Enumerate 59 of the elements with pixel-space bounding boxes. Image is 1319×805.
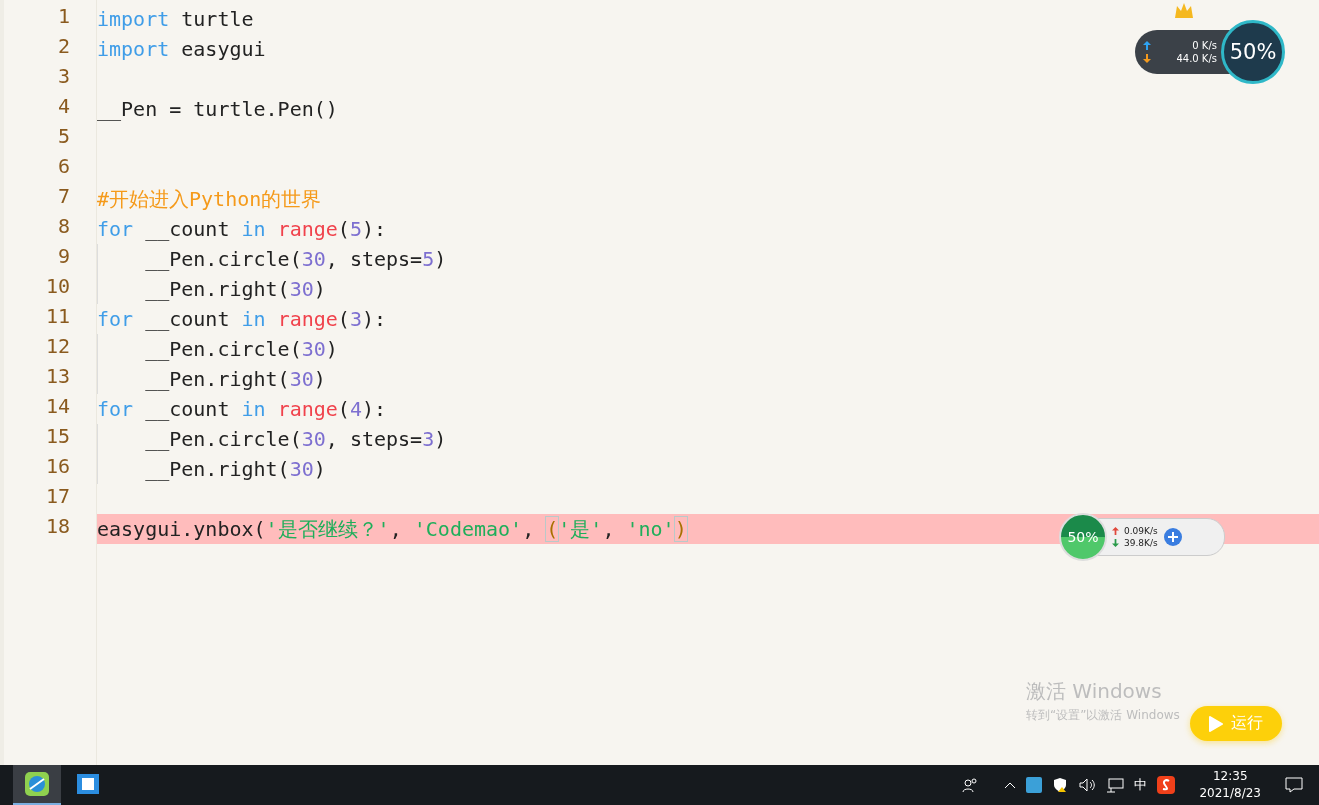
download-speed: 39.8K/s bbox=[1124, 538, 1158, 548]
code-line: __Pen.circle(30, steps=5) bbox=[144, 247, 447, 271]
arrow-up-icon bbox=[1112, 527, 1119, 535]
line-number: 2 bbox=[57, 34, 70, 58]
line-number: 1 bbox=[57, 4, 70, 28]
plus-button[interactable] bbox=[1163, 528, 1182, 546]
line-number: 11 bbox=[45, 304, 70, 328]
code-line: __Pen.right(30) bbox=[144, 367, 326, 391]
shield-icon[interactable] bbox=[1052, 777, 1069, 793]
upload-speed: 0 K/s bbox=[1192, 40, 1217, 51]
line-number: 9 bbox=[57, 244, 70, 268]
line-number: 15 bbox=[45, 424, 70, 448]
line-number: 4 bbox=[57, 94, 70, 118]
code-line: __Pen = turtle.Pen() bbox=[97, 97, 338, 121]
code-line: for __count in range(4): bbox=[97, 397, 387, 421]
code-line: for __count in range(3): bbox=[97, 307, 387, 331]
network-icon[interactable] bbox=[1106, 777, 1125, 793]
taskbar-app[interactable] bbox=[13, 765, 61, 805]
people-icon[interactable] bbox=[962, 777, 979, 793]
app-tray-icon[interactable] bbox=[1026, 777, 1043, 793]
code-line: __Pen.circle(30, steps=3) bbox=[144, 427, 447, 451]
window-app-icon bbox=[76, 772, 100, 796]
code-line: import turtle bbox=[97, 7, 254, 31]
code-line: import easygui bbox=[97, 37, 266, 61]
plus-icon bbox=[1167, 532, 1178, 542]
line-number: 17 bbox=[45, 484, 70, 508]
caret-up-icon[interactable] bbox=[1004, 781, 1017, 789]
code-line: __Pen.right(30) bbox=[144, 457, 326, 481]
download-speed: 44.0 K/s bbox=[1176, 53, 1217, 64]
code-line: __Pen.right(30) bbox=[144, 277, 326, 301]
line-number: 16 bbox=[45, 454, 70, 478]
arrow-down-icon bbox=[1112, 539, 1119, 547]
upload-speed: 0.09K/s bbox=[1124, 526, 1158, 536]
globe-app-icon bbox=[24, 771, 50, 797]
code-line: easygui.ynbox('是否继续？', 'Codemao', ('是', 'no') bbox=[97, 515, 687, 543]
arrow-up-icon bbox=[1143, 41, 1151, 50]
line-number: 14 bbox=[45, 394, 70, 418]
code-line: #开始进入Python的世界 bbox=[97, 185, 322, 213]
volume-icon[interactable] bbox=[1078, 777, 1097, 793]
usage-ball: 50% bbox=[1059, 513, 1107, 561]
clock[interactable]: 12:35 2021/8/23 bbox=[1185, 768, 1275, 802]
notification-icon[interactable] bbox=[1285, 776, 1303, 794]
line-number: 10 bbox=[45, 274, 70, 298]
line-number: 18 bbox=[45, 514, 70, 538]
line-number: 13 bbox=[45, 364, 70, 388]
code-line: __Pen.circle(30) bbox=[144, 337, 338, 361]
usage-gauge: 50% bbox=[1221, 20, 1285, 84]
code-line: for __count in range(5): bbox=[97, 217, 387, 241]
input-method-indicator[interactable]: 中 bbox=[1134, 776, 1148, 794]
line-number: 5 bbox=[57, 124, 70, 148]
line-number: 12 bbox=[45, 334, 70, 358]
sogou-icon[interactable] bbox=[1157, 776, 1176, 794]
activation-title: 激活 Windows bbox=[1026, 678, 1163, 705]
line-number: 8 bbox=[57, 214, 70, 238]
arrow-down-icon bbox=[1143, 54, 1151, 63]
line-number: 3 bbox=[57, 64, 70, 88]
play-icon bbox=[1209, 715, 1223, 732]
line-number: 7 bbox=[57, 184, 70, 208]
line-number: 6 bbox=[57, 154, 70, 178]
